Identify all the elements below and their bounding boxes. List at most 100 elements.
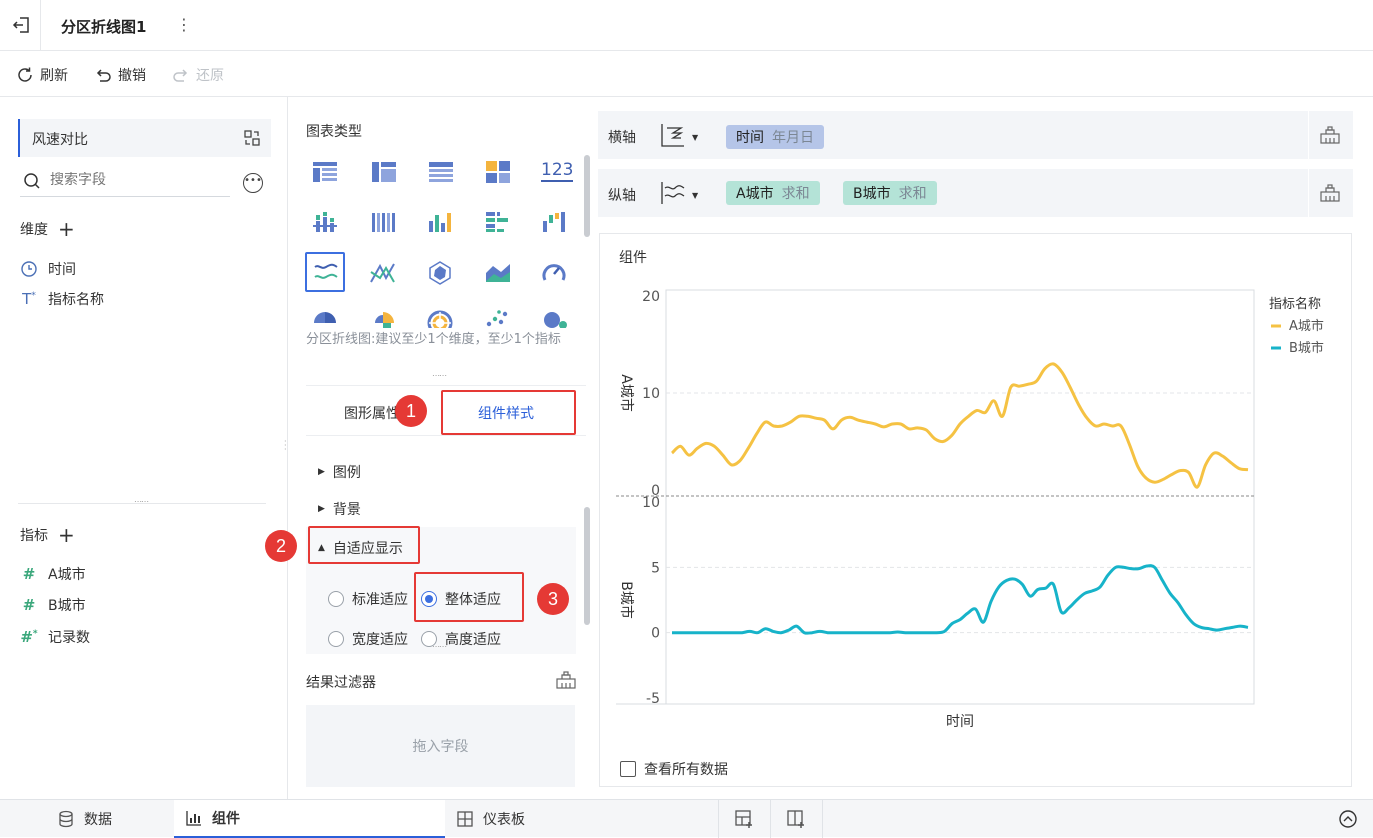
x-axis-label: 时间	[946, 714, 974, 730]
search-input[interactable]	[50, 172, 220, 188]
y-axis-shelf[interactable]: 纵轴 ▼	[598, 169, 1353, 217]
drag-handle-icon[interactable]: ⋯⋯	[432, 371, 447, 380]
number-field-icon: #	[22, 565, 36, 583]
tab-dashboard[interactable]: 仪表板	[457, 800, 525, 838]
collapse-up-icon[interactable]	[1338, 809, 1358, 833]
more-options-icon[interactable]: •••	[243, 173, 263, 193]
y-field-chip-b-city[interactable]: B城市 求和	[843, 181, 937, 205]
filter-drop-zone[interactable]: 拖入字段	[306, 705, 575, 787]
detail-table-icon[interactable]	[428, 161, 454, 187]
measure-field-a-city[interactable]: # A城市	[20, 564, 86, 584]
refresh-icon	[18, 67, 32, 82]
partition-line-chart[interactable]: 组件01020A城市-50510B城市时间指标名称A城市B城市	[600, 234, 1351, 786]
measure-field-record-count[interactable]: #* 记录数	[20, 627, 90, 647]
redo-icon	[173, 69, 188, 82]
caret-right-icon: ▶	[318, 467, 325, 477]
stacked-bar-icon[interactable]	[313, 211, 337, 237]
highlight-adaptive-display	[308, 526, 420, 564]
chart-type-title: 图表类型	[306, 124, 362, 140]
table-chart-icon[interactable]	[312, 161, 338, 187]
axis-dropdown-icon[interactable]: ▼	[692, 191, 698, 200]
legend-item: A城市	[1289, 318, 1324, 334]
option-standard-fit[interactable]: 标准适应	[328, 589, 408, 609]
dimension-header: 维度 +	[20, 217, 75, 241]
x-axis-shelf[interactable]: 横轴 ▼	[598, 111, 1353, 159]
y-tick-label: 0	[651, 626, 660, 642]
axis-settings-icon[interactable]	[1320, 126, 1340, 144]
measure-header: 指标 +	[20, 523, 75, 547]
multi-line-icon[interactable]	[370, 262, 396, 288]
field-panel: 风速对比 ••• 维度 + 时间 T* 指标名称 ⋯⋯ 指标 + # A城市 #…	[0, 97, 288, 799]
add-dashboard-icon[interactable]	[786, 809, 806, 833]
column-chart-icon[interactable]	[428, 211, 452, 237]
caret-right-icon: ▶	[318, 504, 325, 514]
gauge-chart-icon[interactable]	[541, 260, 567, 288]
section-background[interactable]: ▶ 背景	[318, 499, 361, 519]
cross-table-icon[interactable]	[371, 161, 397, 187]
dimension-field-metric-name[interactable]: T* 指标名称	[20, 289, 104, 309]
drag-handle-icon[interactable]: ⋯⋯	[432, 642, 447, 651]
add-dimension-icon[interactable]: +	[58, 219, 75, 239]
view-all-checkbox[interactable]	[620, 761, 636, 777]
chart-type-scrollbar[interactable]	[584, 155, 590, 237]
y-tick-label: 20	[642, 289, 660, 305]
kpi-card-icon[interactable]	[485, 160, 511, 188]
sunburst-chart-icon[interactable]	[427, 310, 453, 336]
tab-graph-attributes[interactable]: 图形属性	[344, 403, 400, 423]
section-legend[interactable]: ▶ 图例	[318, 462, 361, 482]
rose-chart-icon[interactable]	[370, 310, 396, 332]
dimension-field-time[interactable]: 时间	[20, 259, 76, 279]
search-field[interactable]	[20, 169, 230, 197]
dashboard-icon	[457, 811, 473, 827]
axis-dropdown-icon[interactable]: ▼	[692, 133, 698, 142]
style-scrollbar[interactable]	[584, 507, 590, 625]
radar-chart-icon[interactable]	[428, 261, 452, 289]
toolbar: 刷新 撤销 还原	[0, 51, 1373, 97]
axis-settings-icon[interactable]	[1320, 184, 1340, 202]
highlight-whole-fit	[414, 572, 524, 622]
add-measure-icon[interactable]: +	[58, 525, 75, 545]
drag-handle-icon[interactable]: ⋯⋯	[134, 497, 149, 506]
more-menu-icon[interactable]: ⋮	[176, 15, 192, 34]
option-width-fit[interactable]: 宽度适应	[328, 629, 408, 649]
measure-field-b-city[interactable]: # B城市	[20, 595, 86, 615]
axis-sort-icon[interactable]	[660, 123, 686, 147]
number-indicator-icon[interactable]: 123	[541, 160, 574, 182]
top-bar: 分区折线图1 ⋮	[0, 0, 1373, 51]
grouped-bar-icon[interactable]	[371, 211, 395, 237]
area-chart-icon[interactable]	[485, 261, 511, 287]
dataset-selector[interactable]: 风速对比	[18, 119, 271, 157]
partition-line-icon[interactable]	[305, 252, 345, 292]
chart-card: 组件 0 10 20 A城市 -5 0 5 10 B城市 时间 指标名称 A城市 B城市 查看所有数据	[599, 233, 1352, 787]
dataset-name: 风速对比	[32, 132, 88, 148]
pie-chart-icon[interactable]	[312, 310, 338, 332]
radio-standard[interactable]	[328, 591, 344, 607]
bubble-chart-icon[interactable]	[542, 310, 568, 332]
y-axis-label: B城市	[618, 581, 635, 619]
y-field-chip-a-city[interactable]: A城市 求和	[726, 181, 820, 205]
clock-icon	[21, 261, 37, 277]
exit-icon[interactable]	[12, 15, 32, 35]
y-tick-label: -5	[646, 691, 660, 707]
tab-data[interactable]: 数据	[58, 800, 112, 838]
y-axis-label: 纵轴	[608, 188, 636, 204]
tab-component[interactable]: 组件	[174, 800, 445, 838]
scatter-chart-icon[interactable]	[485, 310, 511, 332]
x-field-chip-time[interactable]: 时间 年月日	[726, 125, 824, 149]
switch-dataset-icon[interactable]	[243, 129, 261, 147]
view-all-data[interactable]: 查看所有数据	[620, 759, 728, 779]
calculated-field-icon: #*	[20, 628, 38, 646]
refresh-button[interactable]: 刷新	[16, 65, 68, 85]
vertical-drag-handle-icon[interactable]: · · ·	[284, 438, 287, 454]
step-badge-1: 1	[395, 395, 427, 427]
horizontal-bar-icon[interactable]	[485, 211, 509, 237]
redo-button[interactable]: 还原	[172, 65, 224, 85]
undo-button[interactable]: 撤销	[94, 65, 146, 85]
add-component-icon[interactable]	[734, 809, 754, 833]
radio-width[interactable]	[328, 631, 344, 647]
axis-sort-icon[interactable]	[660, 181, 686, 205]
waterfall-chart-icon[interactable]	[542, 211, 566, 237]
highlight-component-style	[441, 390, 576, 435]
chart-config-panel: 图表类型 123 分区折线图:建议至少1个维度，至少1个指标 ⋯⋯ 图形属性 组…	[288, 97, 598, 799]
filter-settings-icon[interactable]	[556, 671, 576, 693]
